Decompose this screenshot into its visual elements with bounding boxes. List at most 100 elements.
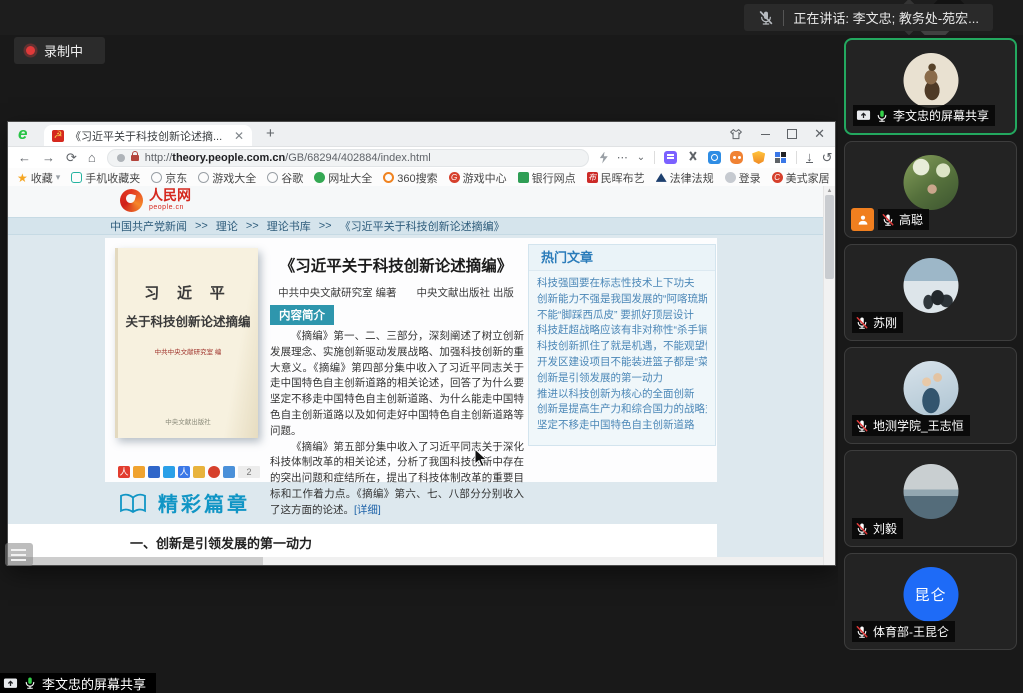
horizontal-scrollbar[interactable] [8, 557, 823, 565]
tab-close-icon[interactable]: ✕ [234, 129, 244, 143]
browser-tab[interactable]: ☭ 《习近平关于科技创新论述摘... ✕ [44, 125, 252, 146]
screenshot-extension-icon[interactable] [686, 151, 699, 164]
bookmark-item[interactable]: 登录 [725, 170, 761, 186]
article-summary: 《摘编》第一、二、三部分，深刻阐述了树立创新发展理念、实施创新驱动发展战略、加强… [270, 329, 524, 519]
address-bar[interactable]: http://theory.people.com.cn/GB/68294/402… [107, 149, 589, 167]
site-domain: people.cn [149, 204, 191, 211]
accelerator-icon[interactable] [600, 152, 608, 164]
translate-extension-icon[interactable] [664, 151, 677, 164]
hot-article-link[interactable]: 创新是引领发展的第一动力 [537, 371, 707, 387]
breadcrumb-link[interactable]: 理论 [216, 218, 238, 234]
browser-logo-icon[interactable]: e [18, 124, 27, 144]
avatar-initials: 昆仑 [903, 567, 958, 622]
video-tile[interactable]: 高聪 [844, 141, 1017, 238]
share-icon[interactable] [193, 466, 205, 478]
game-favicon: G [449, 172, 460, 183]
share-icon[interactable] [148, 466, 160, 478]
share-icon[interactable] [223, 466, 235, 478]
back-button[interactable]: ← [18, 150, 31, 165]
sidebar-list-gadget[interactable] [5, 543, 33, 566]
download-icon[interactable]: ↓ [806, 152, 813, 163]
minimize-button[interactable] [761, 133, 770, 135]
scroll-up-icon[interactable]: ▲ [824, 186, 835, 194]
bookmark-item[interactable]: 360搜索 [383, 170, 437, 186]
url-text: http://theory.people.com.cn/GB/68294/402… [145, 152, 431, 164]
scrollbar-thumb[interactable] [825, 195, 834, 279]
hot-article-link[interactable]: 科技创新抓住了就是机遇，不能观望懈怠 [537, 339, 707, 355]
shared-browser-window: e ☭ 《习近平关于科技创新论述摘... ✕ + ✕ ← → ⟳ ⌂ [8, 122, 835, 565]
game-extension-icon[interactable] [730, 151, 743, 164]
forward-button[interactable]: → [42, 150, 55, 165]
apps-grid-icon[interactable] [774, 151, 787, 164]
search-extension-icon[interactable] [708, 151, 721, 164]
360-favicon [383, 172, 394, 183]
hot-article-link[interactable]: 科技赶超战略应该有非对称性“杀手锏” [537, 323, 707, 339]
hot-article-link[interactable]: 科技强国要在标志性技术上下功夫 [537, 276, 707, 292]
chevron-down-icon: ▾ [56, 172, 61, 183]
bookmark-item[interactable]: C美式家居 [772, 170, 830, 186]
new-tab-button[interactable]: + [266, 125, 275, 142]
chapter-row[interactable]: 一、创新是引领发展的第一动力 [8, 524, 717, 557]
bookmark-item[interactable]: 法律法规 [656, 170, 714, 186]
flame-logo-icon [120, 189, 143, 212]
recording-label: 录制中 [44, 41, 83, 60]
bookmark-item[interactable]: G游戏中心 [449, 170, 507, 186]
participant-label: 地测学院_王志恒 [852, 415, 970, 436]
share-icon[interactable] [208, 466, 220, 478]
participant-label: 苏刚 [852, 312, 903, 333]
dropdown-chevron-icon[interactable]: ⌄ [637, 152, 645, 163]
hot-article-link[interactable]: 不能“脚踩西瓜皮” 要抓好顶层设计 [537, 308, 707, 324]
recording-dot-icon [26, 46, 35, 55]
restore-button[interactable] [787, 129, 797, 139]
meeting-window: 正在讲话: 李文忠; 教务处-苑宏... 录制中 e ☭ 《习近平关于科技创新论… [0, 0, 1023, 693]
skin-theme-icon[interactable] [728, 127, 744, 141]
video-tile[interactable]: 刘毅 [844, 450, 1017, 547]
bookmark-item[interactable]: 网址大全 [314, 170, 372, 186]
favorites-button[interactable]: ★ 收藏 ▾ [17, 170, 60, 186]
refresh-button[interactable]: ⟳ [66, 150, 77, 166]
breadcrumb-link[interactable]: 中国共产党新闻 [110, 218, 187, 234]
screen-share-status-label: 李文忠的屏幕共享 [0, 673, 156, 693]
mic-muted-icon [855, 522, 869, 536]
vertical-scrollbar[interactable]: ▲ [823, 186, 835, 565]
site-favicon [314, 172, 325, 183]
hot-article-link[interactable]: 推进以科技创新为核心的全面创新 [537, 387, 707, 403]
mouse-cursor [474, 448, 488, 468]
video-tile[interactable]: 昆仑 体育部-王昆仑 [844, 553, 1017, 650]
bookmark-item[interactable]: 布民晖布艺 [587, 170, 645, 186]
video-tile[interactable]: 苏刚 [844, 244, 1017, 341]
bookmark-item[interactable]: 银行网点 [518, 170, 576, 186]
peoples-daily-logo[interactable]: 人民网 people.cn [120, 189, 191, 212]
participant-name: 苏刚 [873, 314, 897, 331]
bookmark-item[interactable]: 游戏大全 [198, 170, 256, 186]
video-tile[interactable]: 地测学院_王志恒 [844, 347, 1017, 444]
security-shield-icon[interactable] [752, 151, 765, 164]
more-options-icon[interactable]: ⋯ [617, 151, 628, 164]
hot-article-link[interactable]: 开发区建设项目不能装进篮子都是“菜” [537, 355, 707, 371]
home-button[interactable]: ⌂ [88, 150, 96, 165]
bookmark-item[interactable]: 手机收藏夹 [71, 170, 140, 186]
detail-link[interactable]: [详细] [354, 504, 381, 516]
bookmark-item[interactable]: 京东 [151, 170, 187, 186]
breadcrumb-link[interactable]: 理论书库 [267, 218, 311, 234]
mic-muted-icon [855, 316, 869, 330]
breadcrumb-current: 《习近平关于科技创新论述摘编》 [340, 218, 505, 234]
share-buttons-row: 人 人 2 [118, 466, 260, 478]
history-back-icon[interactable]: ↺ [822, 150, 833, 166]
share-icon[interactable]: 人 [118, 466, 130, 478]
video-tile-screen-share[interactable]: 李文忠的屏幕共享 [844, 38, 1017, 135]
participant-name: 刘毅 [873, 520, 897, 537]
close-button[interactable]: ✕ [814, 126, 825, 142]
share-icon[interactable] [133, 466, 145, 478]
avatar [903, 258, 958, 313]
share-icon[interactable] [163, 466, 175, 478]
hot-article-link[interactable]: 坚定不移走中国特色自主创新道路 [537, 418, 707, 434]
hot-article-link[interactable]: 创新能力不强是我国发展的“阿喀琉斯之踵” [537, 292, 707, 308]
scrollbar-thumb[interactable] [8, 557, 263, 565]
open-book-icon [118, 491, 148, 515]
avatar [903, 361, 958, 416]
hot-article-link[interactable]: 创新是提高生产力和综合国力的战略支撑 [537, 402, 707, 418]
recording-badge[interactable]: 录制中 [14, 37, 105, 64]
bookmark-item[interactable]: 谷歌 [267, 170, 303, 186]
share-icon[interactable]: 人 [178, 466, 190, 478]
